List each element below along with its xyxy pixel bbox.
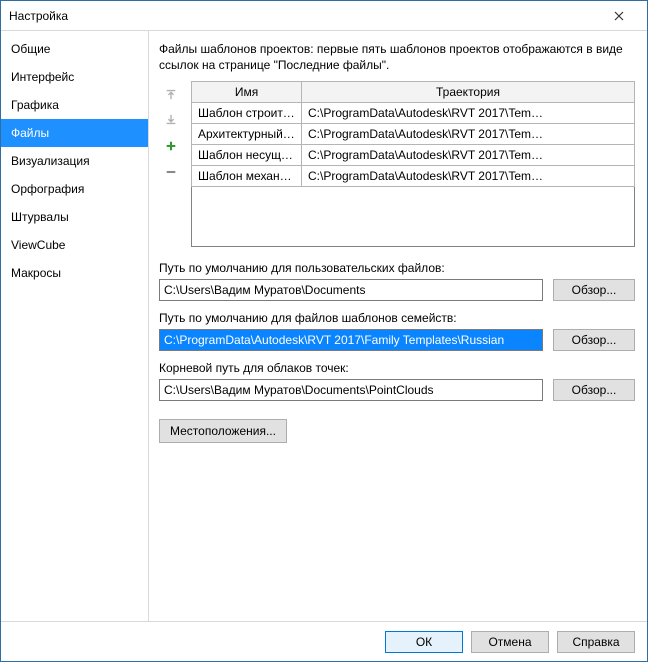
- sidebar-item-spelling[interactable]: Орфография: [1, 175, 148, 203]
- cell-path[interactable]: C:\ProgramData\Autodesk\RVT 2017\Tem…: [302, 103, 635, 124]
- sidebar-item-label: Орфография: [11, 182, 84, 196]
- sidebar-item-label: Общие: [11, 42, 50, 56]
- sidebar-item-label: Штурвалы: [11, 210, 69, 224]
- cell-name[interactable]: Архитектурный ш…: [192, 124, 302, 145]
- user-files-browse-button[interactable]: Обзор...: [553, 279, 635, 301]
- table-row[interactable]: Архитектурный ш… C:\ProgramData\Autodesk…: [192, 124, 635, 145]
- cell-name[interactable]: Шаблон механиче…: [192, 166, 302, 187]
- remove-button[interactable]: [159, 161, 183, 183]
- table-row[interactable]: Шаблон несущей … C:\ProgramData\Autodesk…: [192, 145, 635, 166]
- cancel-button[interactable]: Отмена: [471, 631, 549, 653]
- table-row[interactable]: Шаблон строител… C:\ProgramData\Autodesk…: [192, 103, 635, 124]
- sidebar: Общие Интерфейс Графика Файлы Визуализац…: [1, 31, 149, 621]
- sidebar-item-label: ViewCube: [11, 238, 65, 252]
- content-panel: Файлы шаблонов проектов: первые пять шаб…: [149, 31, 647, 621]
- titlebar: Настройка: [1, 1, 647, 31]
- arrow-bottom-icon: [165, 113, 177, 127]
- sidebar-item-label: Визуализация: [11, 154, 90, 168]
- point-clouds-row: Обзор...: [159, 379, 635, 401]
- move-bottom-button[interactable]: [159, 109, 183, 131]
- cell-path[interactable]: C:\ProgramData\Autodesk\RVT 2017\Tem…: [302, 145, 635, 166]
- column-header-name[interactable]: Имя: [192, 82, 302, 103]
- help-button[interactable]: Справка: [557, 631, 635, 653]
- minus-icon: [165, 165, 177, 179]
- ok-button[interactable]: ОК: [385, 631, 463, 653]
- sidebar-item-files[interactable]: Файлы: [1, 119, 148, 147]
- template-toolbar: [159, 81, 185, 247]
- sidebar-item-label: Графика: [11, 98, 59, 112]
- table-row[interactable]: Шаблон механиче… C:\ProgramData\Autodesk…: [192, 166, 635, 187]
- sidebar-item-steeringwheels[interactable]: Штурвалы: [1, 203, 148, 231]
- family-templates-input[interactable]: [159, 329, 543, 351]
- user-files-label: Путь по умолчанию для пользовательских ф…: [159, 261, 635, 275]
- sidebar-item-label: Макросы: [11, 266, 61, 280]
- point-clouds-browse-button[interactable]: Обзор...: [553, 379, 635, 401]
- dialog-footer: ОК Отмена Справка: [1, 621, 647, 661]
- settings-window: Настройка Общие Интерфейс Графика Файлы …: [0, 0, 648, 662]
- user-files-row: Обзор...: [159, 279, 635, 301]
- sidebar-item-label: Файлы: [11, 126, 49, 140]
- arrow-top-icon: [165, 87, 177, 101]
- column-header-path[interactable]: Траектория: [302, 82, 635, 103]
- sidebar-item-general[interactable]: Общие: [1, 35, 148, 63]
- sidebar-item-graphics[interactable]: Графика: [1, 91, 148, 119]
- cell-name[interactable]: Шаблон строител…: [192, 103, 302, 124]
- plus-icon: [165, 139, 177, 153]
- add-button[interactable]: [159, 135, 183, 157]
- cell-path[interactable]: C:\ProgramData\Autodesk\RVT 2017\Tem…: [302, 124, 635, 145]
- sidebar-item-visualization[interactable]: Визуализация: [1, 147, 148, 175]
- window-title: Настройка: [9, 1, 68, 31]
- sidebar-item-interface[interactable]: Интерфейс: [1, 63, 148, 91]
- family-templates-browse-button[interactable]: Обзор...: [553, 329, 635, 351]
- sidebar-item-macros[interactable]: Макросы: [1, 259, 148, 287]
- sidebar-item-viewcube[interactable]: ViewCube: [1, 231, 148, 259]
- sidebar-item-label: Интерфейс: [11, 70, 74, 84]
- move-top-button[interactable]: [159, 83, 183, 105]
- template-area: Имя Траектория Шаблон строител… C:\Progr…: [159, 81, 635, 247]
- project-templates-table[interactable]: Имя Траектория Шаблон строител… C:\Progr…: [191, 81, 635, 247]
- point-clouds-input[interactable]: [159, 379, 543, 401]
- cell-name[interactable]: Шаблон несущей …: [192, 145, 302, 166]
- locations-button[interactable]: Местоположения...: [159, 419, 287, 443]
- family-templates-label: Путь по умолчанию для файлов шаблонов се…: [159, 311, 635, 325]
- family-templates-row: Обзор...: [159, 329, 635, 351]
- dialog-body: Общие Интерфейс Графика Файлы Визуализац…: [1, 31, 647, 621]
- close-icon: [614, 11, 624, 21]
- cell-path[interactable]: C:\ProgramData\Autodesk\RVT 2017\Tem…: [302, 166, 635, 187]
- point-clouds-label: Корневой путь для облаков точек:: [159, 361, 635, 375]
- close-button[interactable]: [599, 5, 639, 27]
- user-files-input[interactable]: [159, 279, 543, 301]
- description-text: Файлы шаблонов проектов: первые пять шаб…: [159, 41, 635, 73]
